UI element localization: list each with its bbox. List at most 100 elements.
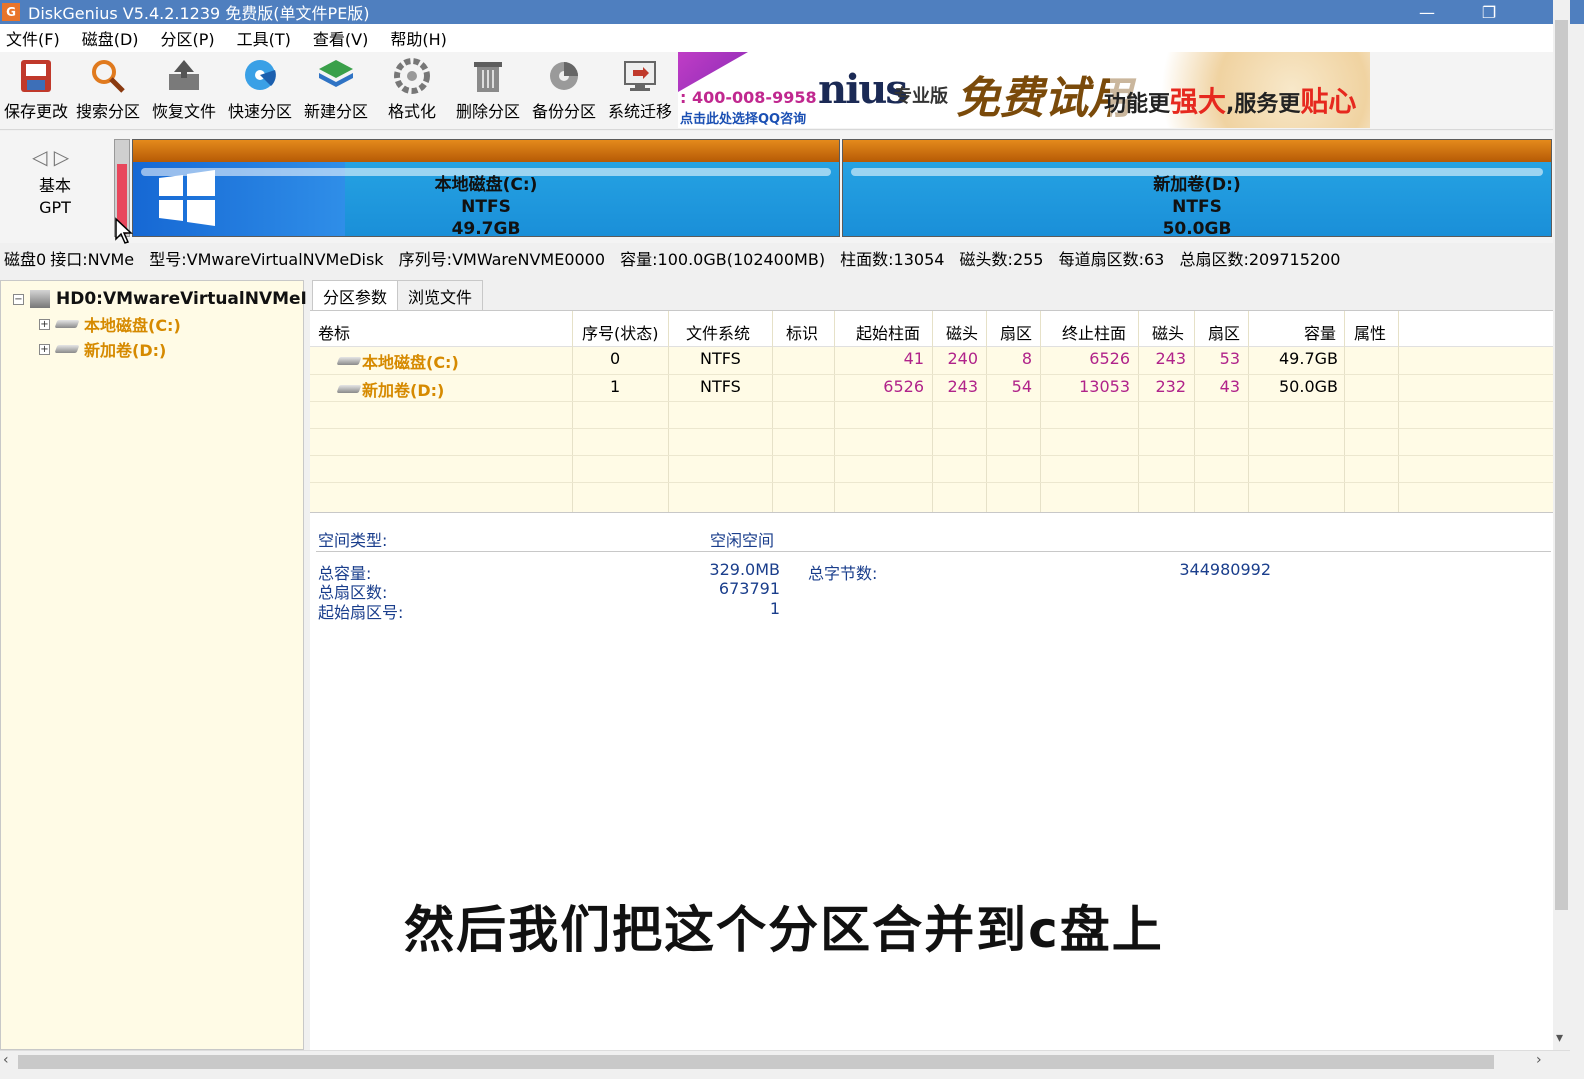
recover-file-button[interactable]: 恢复文件 [148, 56, 220, 126]
total-sectors-value: 673791 [718, 579, 780, 598]
tab-bar: 分区参数 浏览文件 [312, 280, 484, 310]
ad-qq-link[interactable]: 点击此处选择QQ咨询 [680, 108, 806, 127]
disk-type-basic: 基本 [38, 176, 71, 195]
partition-c-topbar [133, 140, 839, 162]
tree-partition-d-label: 新加卷(D:) [84, 341, 167, 360]
tree-node-disk[interactable]: − HD0:VMwareVirtualNVMeI [13, 287, 307, 311]
row-divider [310, 374, 1553, 375]
partition-drive-icon [54, 320, 80, 328]
col-end-head[interactable]: 磁头 [1152, 320, 1184, 344]
disk-model: 型号:VMwareVirtualNVMeDisk [149, 250, 384, 269]
partition-d-topbar [843, 140, 1551, 162]
row-end-cylinder: 6526 [1089, 349, 1130, 368]
menu-file[interactable]: 文件(F) [0, 26, 68, 50]
col-end-sector[interactable]: 扇区 [1208, 320, 1240, 344]
backup-partition-icon [550, 62, 578, 90]
scroll-left-arrow-icon[interactable]: ‹ [3, 1052, 9, 1068]
col-start-sector[interactable]: 扇区 [1000, 320, 1032, 344]
title-bar: G DiskGenius V5.4.2.1239 免费版(单文件PE版) — ❐… [0, 0, 1584, 24]
quick-partition-button[interactable]: 快速分区 [224, 56, 296, 126]
row-start-cylinder: 41 [903, 349, 924, 368]
system-migrate-button[interactable]: 系统迁移 [604, 56, 676, 126]
restore-button[interactable]: ❐ [1466, 0, 1512, 24]
menu-bar: 文件(F) 磁盘(D) 分区(P) 工具(T) 查看(V) 帮助(H) [0, 24, 1570, 52]
tree-node-partition-d[interactable]: + 新加卷(D:) [39, 337, 166, 361]
ad-phone-prefix: : [680, 88, 687, 107]
row-end-sector: 53 [1219, 349, 1240, 368]
window-title: DiskGenius V5.4.2.1239 免费版(单文件PE版) [28, 4, 370, 23]
tree-node-partition-c[interactable]: + 本地磁盘(C:) [39, 312, 181, 336]
new-partition-button[interactable]: 新建分区 [300, 56, 372, 126]
disk-tree: − HD0:VMwareVirtualNVMeI + 本地磁盘(C:) + 新加… [0, 280, 307, 1050]
system-migrate-icon [624, 61, 656, 91]
row-divider [310, 482, 1553, 483]
delete-partition-button[interactable]: 删除分区 [452, 56, 524, 126]
col-end-cylinder[interactable]: 终止柱面 [1062, 320, 1126, 344]
partition-block-d[interactable]: 新加卷(D:) NTFS 50.0GB [842, 139, 1552, 239]
total-capacity-value: 329.0MB [709, 560, 780, 579]
prev-disk-arrow-icon[interactable]: ◁ [32, 145, 47, 169]
diskgenius-app-icon: G [2, 3, 20, 21]
expand-icon[interactable]: + [39, 343, 50, 355]
row-divider [310, 401, 1553, 402]
partition-block-c[interactable]: 本地磁盘(C:) NTFS 49.7GB [132, 139, 840, 240]
save-changes-button[interactable]: 保存更改 [0, 56, 72, 126]
vertical-scrollbar[interactable]: ▾ [1553, 0, 1570, 1050]
ad-edition: 专业版 [894, 86, 948, 107]
col-capacity[interactable]: 容量 [1304, 320, 1336, 344]
col-start-head[interactable]: 磁头 [946, 320, 978, 344]
delete-partition-icon [474, 62, 502, 92]
quick-partition-icon [245, 60, 276, 90]
disk-sectors-per-track: 每道扇区数:63 [1058, 250, 1165, 269]
col-id[interactable]: 标识 [786, 320, 818, 344]
format-button[interactable]: 格式化 [376, 56, 448, 126]
ad-slogan-d: 贴心 [1300, 85, 1357, 118]
new-partition-label: 新建分区 [303, 102, 368, 121]
menu-help[interactable]: 帮助(H) [384, 26, 455, 50]
video-subtitle: 然后我们把这个分区合并到c盘上 [404, 901, 1164, 959]
disk-serial: 序列号:VMWareNVME0000 [398, 250, 606, 269]
col-attributes[interactable]: 属性 [1354, 320, 1386, 344]
expand-icon[interactable]: + [39, 318, 50, 330]
partition-drive-icon [54, 345, 80, 353]
scroll-down-arrow-icon[interactable]: ▾ [1556, 1030, 1563, 1046]
minimize-button[interactable]: — [1404, 0, 1450, 24]
menu-tools[interactable]: 工具(T) [231, 26, 299, 50]
col-index[interactable]: 序号(状态) [582, 320, 659, 344]
system-migrate-label: 系统迁移 [607, 102, 672, 121]
disk-type: 基本 GPT [30, 175, 80, 219]
partition-d-fs: NTFS [1172, 197, 1222, 217]
delete-partition-label: 删除分区 [455, 102, 520, 121]
collapse-icon[interactable]: − [13, 293, 24, 305]
tab-browse-files[interactable]: 浏览文件 [397, 280, 484, 310]
backup-partition-button[interactable]: 备份分区 [528, 56, 600, 126]
mouse-cursor-icon [115, 217, 133, 244]
partition-drive-icon [336, 357, 362, 365]
row-capacity: 50.0GB [1279, 377, 1338, 396]
tab-partition-params[interactable]: 分区参数 [312, 280, 399, 310]
row-capacity: 49.7GB [1279, 349, 1338, 368]
vertical-scroll-thumb[interactable] [1555, 20, 1568, 910]
row-divider [310, 455, 1553, 456]
row-divider [310, 428, 1553, 429]
col-filesystem[interactable]: 文件系统 [686, 320, 750, 344]
total-bytes-label: 总字节数: [808, 564, 878, 583]
save-changes-label: 保存更改 [3, 102, 68, 121]
col-start-cylinder[interactable]: 起始柱面 [856, 320, 920, 344]
horizontal-scroll-thumb[interactable] [18, 1055, 1494, 1069]
menu-view[interactable]: 查看(V) [307, 26, 376, 50]
menu-partition[interactable]: 分区(P) [155, 26, 223, 50]
menu-disk[interactable]: 磁盘(D) [76, 26, 147, 50]
search-partition-button[interactable]: 搜索分区 [72, 56, 144, 126]
total-bytes-value: 344980992 [1179, 560, 1271, 579]
row-index: 0 [610, 349, 621, 368]
scroll-right-arrow-icon[interactable]: › [1536, 1052, 1542, 1068]
horizontal-scrollbar[interactable]: ‹ › [0, 1050, 1570, 1071]
col-volume-label[interactable]: 卷标 [318, 320, 350, 344]
next-disk-arrow-icon[interactable]: ▷ [54, 145, 69, 169]
ad-slogan: 功能更强大,服务更贴心 [1104, 80, 1356, 120]
row-index: 1 [610, 377, 621, 396]
recover-file-label: 恢复文件 [151, 102, 216, 121]
ad-banner[interactable]: : 400-008-9958 点击此处选择QQ咨询 nius 专业版 免费试用 … [678, 52, 1370, 128]
partition-c-info: 本地磁盘(C:) NTFS 49.7GB [133, 174, 839, 240]
